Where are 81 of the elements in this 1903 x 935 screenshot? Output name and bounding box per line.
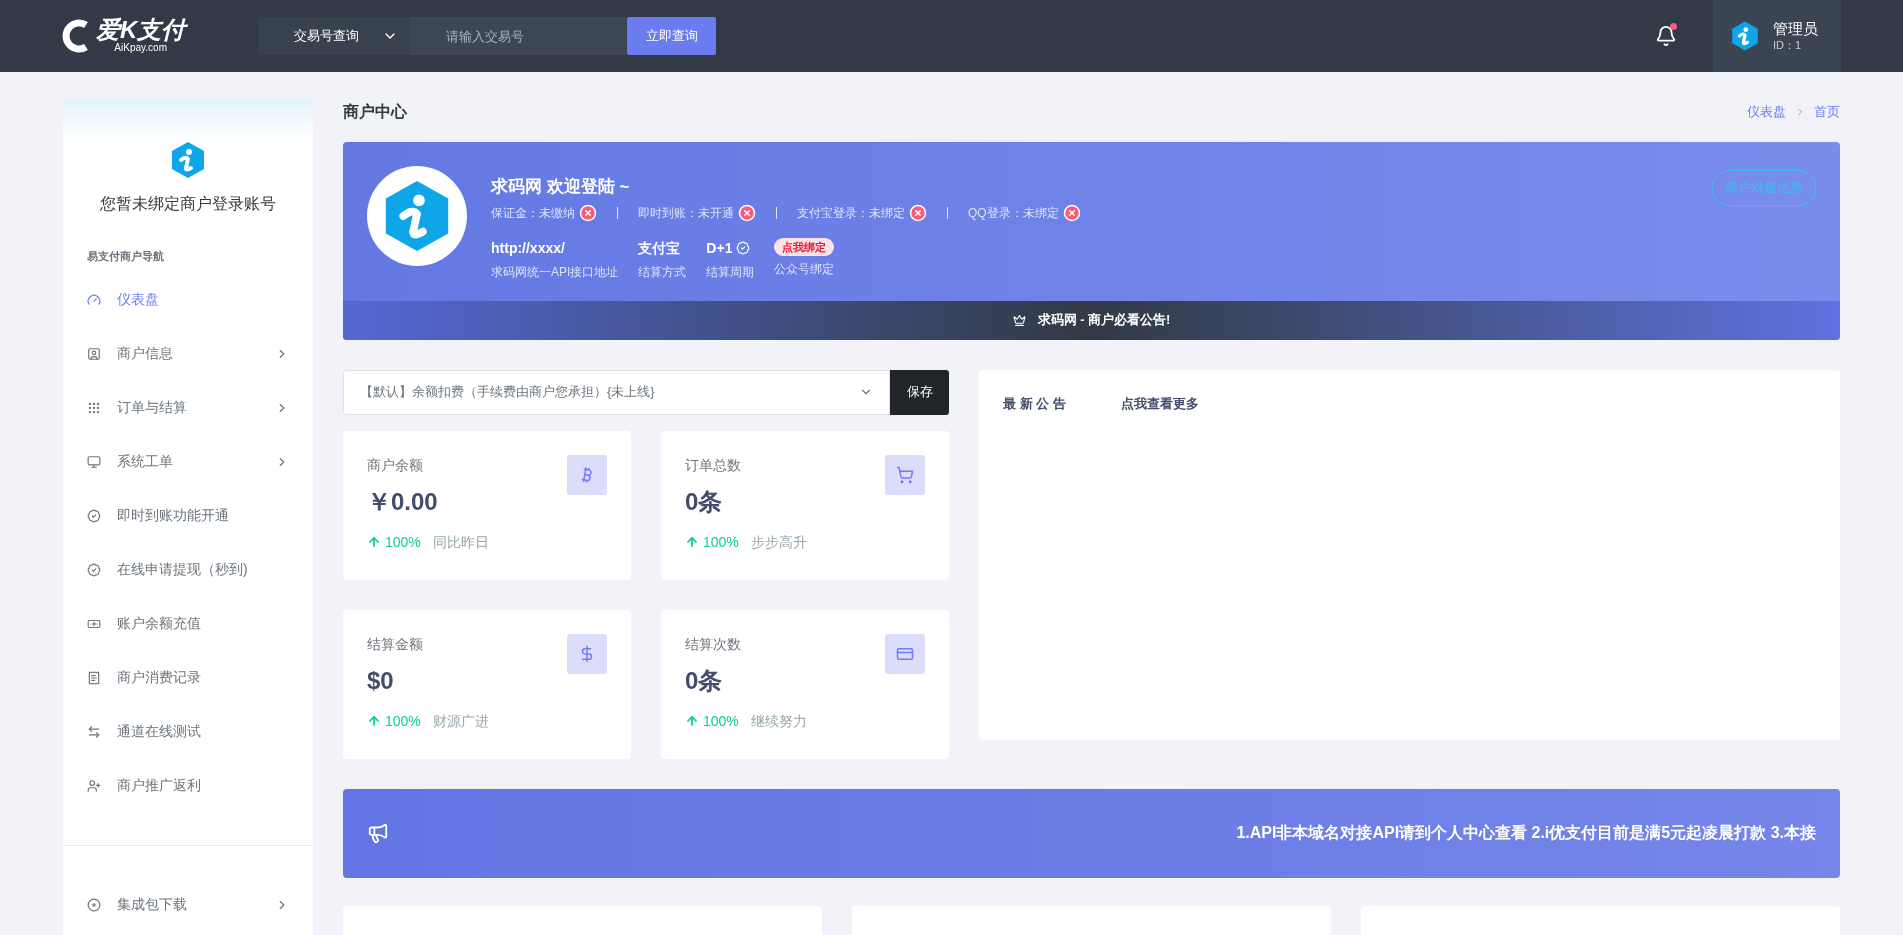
page-title: 商户中心 [343, 102, 407, 122]
info-caption: 公众号绑定 [774, 261, 835, 278]
nav-heading: 易支付商户导航 [86, 249, 165, 264]
arrow-up-icon [367, 535, 381, 549]
info-value: D+1 [706, 238, 733, 258]
stat-label: 结算次数 [685, 634, 741, 654]
nav-icon [87, 897, 101, 912]
status-label: 保证金：未缴纳 [491, 204, 575, 222]
status-label: QQ登录：未绑定 [968, 204, 1059, 222]
user-id: ID：1 [1773, 38, 1803, 53]
stat-change: 100% [385, 711, 421, 731]
nav-item[interactable]: 仪表盘 [63, 272, 313, 327]
stat-change: 100% [385, 532, 421, 552]
stat-change: 100% [703, 532, 739, 552]
info-value: 支付宝 [638, 238, 681, 258]
nav-icon [87, 454, 101, 469]
cross-circle-icon [909, 203, 927, 222]
stat-value: 0条 [685, 486, 723, 517]
profile-title: 您暂未绑定商户登录账号 [100, 194, 276, 214]
nav-item[interactable]: 通道在线测试 [63, 704, 313, 759]
info-caption: 求码网统一API接口地址 [491, 263, 619, 281]
user-menu[interactable]: 管理员 ID：1 [1713, 0, 1841, 72]
logo-text: 爱K支付 [96, 17, 186, 42]
info-caption: 结算周期 [706, 263, 755, 281]
breadcrumb-link[interactable]: 仪表盘 [1747, 102, 1786, 122]
nav-item[interactable]: 订单与结算 [63, 380, 313, 435]
nav-item[interactable]: 系统工单 [63, 434, 313, 489]
more-link[interactable]: 点我查看更多 [1120, 393, 1199, 413]
marquee-text: 1.API非本域名对接API请到个人中心查看 2.i优支付目前是满5元起凌晨打款 3.本接 [1236, 823, 1816, 843]
save-button[interactable]: 保存 [890, 369, 949, 415]
nav-icon [87, 778, 101, 793]
welcome-title: 求码网 欢迎登陆 ~ [491, 176, 631, 198]
search-button[interactable]: 立即查询 [627, 17, 716, 55]
nav-item[interactable]: 商户消费记录 [63, 650, 313, 705]
arrow-up-icon [367, 714, 381, 728]
stat-note: 财源广进 [432, 711, 489, 731]
logo-subtitle: AiKpay.com [114, 41, 167, 55]
cross-circle-icon [738, 203, 756, 222]
stat-note: 继续努力 [750, 711, 807, 731]
nav-icon [87, 400, 101, 415]
cross-circle-icon [1062, 203, 1081, 222]
megaphone-icon [367, 822, 389, 844]
breadcrumb-link[interactable]: 首页 [1814, 102, 1840, 122]
nav-item[interactable]: 商户推广返利 [63, 758, 313, 813]
stat-label: 商户余额 [367, 455, 423, 475]
nav-icon [87, 724, 101, 739]
bind-badge[interactable]: 点我绑定 [774, 237, 835, 256]
stat-label: 订单总数 [685, 455, 741, 475]
crown-icon [1012, 313, 1026, 327]
nav-item[interactable]: 即时到账功能开通 [63, 488, 313, 543]
stat-value: $0 [367, 665, 394, 696]
nav-icon [87, 670, 101, 685]
info-caption: 结算方式 [638, 263, 687, 281]
verified-icon [736, 241, 751, 255]
stat-icon [896, 465, 914, 484]
user-name: 管理员 [1773, 19, 1818, 39]
nav-icon [87, 562, 101, 577]
nav-item[interactable]: 在线申请提现（秒到) [63, 542, 313, 597]
nav-item[interactable]: 商户信息 [63, 326, 313, 381]
stat-note: 同比昨日 [432, 532, 489, 552]
stat-change: 100% [703, 711, 739, 731]
cross-circle-icon [579, 203, 597, 222]
nav-item[interactable]: 账户余额充值 [63, 596, 313, 651]
nav-icon [87, 292, 101, 307]
nav-item[interactable]: 集成包下载 [63, 877, 313, 932]
info-value: http://xxxx/ [491, 238, 565, 258]
nav-icon [87, 508, 101, 523]
stat-value: ￥0.00 [367, 486, 438, 517]
notice-strip[interactable]: 求码网 - 商户必看公告! [343, 300, 1840, 340]
search-field[interactable]: 请输入交易号 [410, 17, 627, 55]
stat-note: 步步高升 [750, 532, 807, 552]
info-logo-icon [1729, 20, 1761, 52]
notification-bell-icon[interactable] [1655, 25, 1677, 47]
status-label: 即时到账：未开通 [638, 204, 734, 222]
stat-label: 结算金额 [367, 634, 423, 654]
nav-icon [87, 346, 101, 361]
announcement-title: 最 新 公 告 [1003, 394, 1066, 413]
search-type-select[interactable]: 交易号查询 [258, 17, 410, 55]
status-label: 支付宝登录：未绑定 [797, 204, 905, 222]
settlement-select[interactable]: 【默认】余额扣费（手续费由商户您承担）{未上线} [343, 369, 890, 415]
stat-value: 0条 [685, 665, 723, 696]
